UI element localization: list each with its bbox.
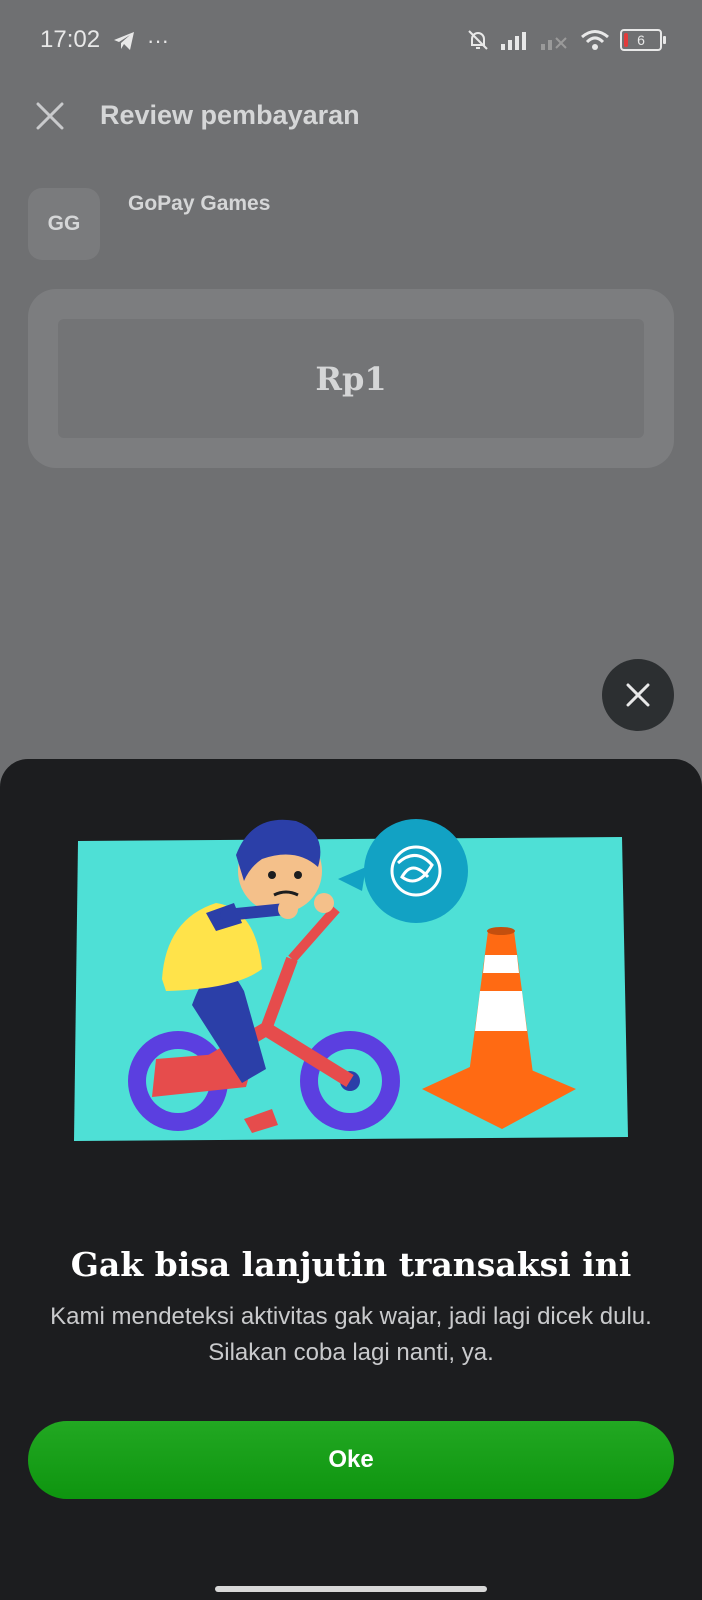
- close-icon: [626, 683, 650, 707]
- merchant-initials: GG: [47, 212, 81, 235]
- error-description: Kami mendeteksi aktivitas gak wajar, jad…: [50, 1303, 652, 1366]
- error-title: Gak bisa lanjutin transaksi ini: [70, 1245, 632, 1284]
- error-bottom-sheet: Gak bisa lanjutin transaksi ini Kami men…: [0, 759, 702, 1600]
- battery-level: 6: [637, 32, 645, 48]
- status-time: 17:02: [40, 26, 101, 53]
- home-indicator[interactable]: [215, 1586, 487, 1592]
- amount-card: Rp1: [28, 289, 674, 468]
- silent-bell-icon: [468, 30, 488, 50]
- merchant-avatar: GG: [28, 188, 100, 260]
- amount-field: Rp1: [58, 319, 644, 438]
- more-notifications-icon: ···: [147, 28, 169, 53]
- battery-icon: 6: [620, 29, 666, 51]
- signal-no-service-icon: [541, 37, 567, 50]
- amount-value: Rp1: [315, 359, 387, 398]
- status-bar: 17:02 ··· 6: [0, 0, 702, 84]
- ok-button[interactable]: Oke: [28, 1421, 674, 1499]
- wifi-icon: [581, 30, 609, 50]
- page-title: Review pembayaran: [100, 100, 360, 130]
- close-icon[interactable]: [34, 100, 66, 132]
- dismiss-sheet-button[interactable]: [602, 659, 674, 731]
- telegram-icon: [114, 32, 134, 50]
- merchant-name: GoPay Games: [128, 192, 271, 215]
- signal-icon: [501, 32, 526, 50]
- error-illustration: [74, 819, 628, 1141]
